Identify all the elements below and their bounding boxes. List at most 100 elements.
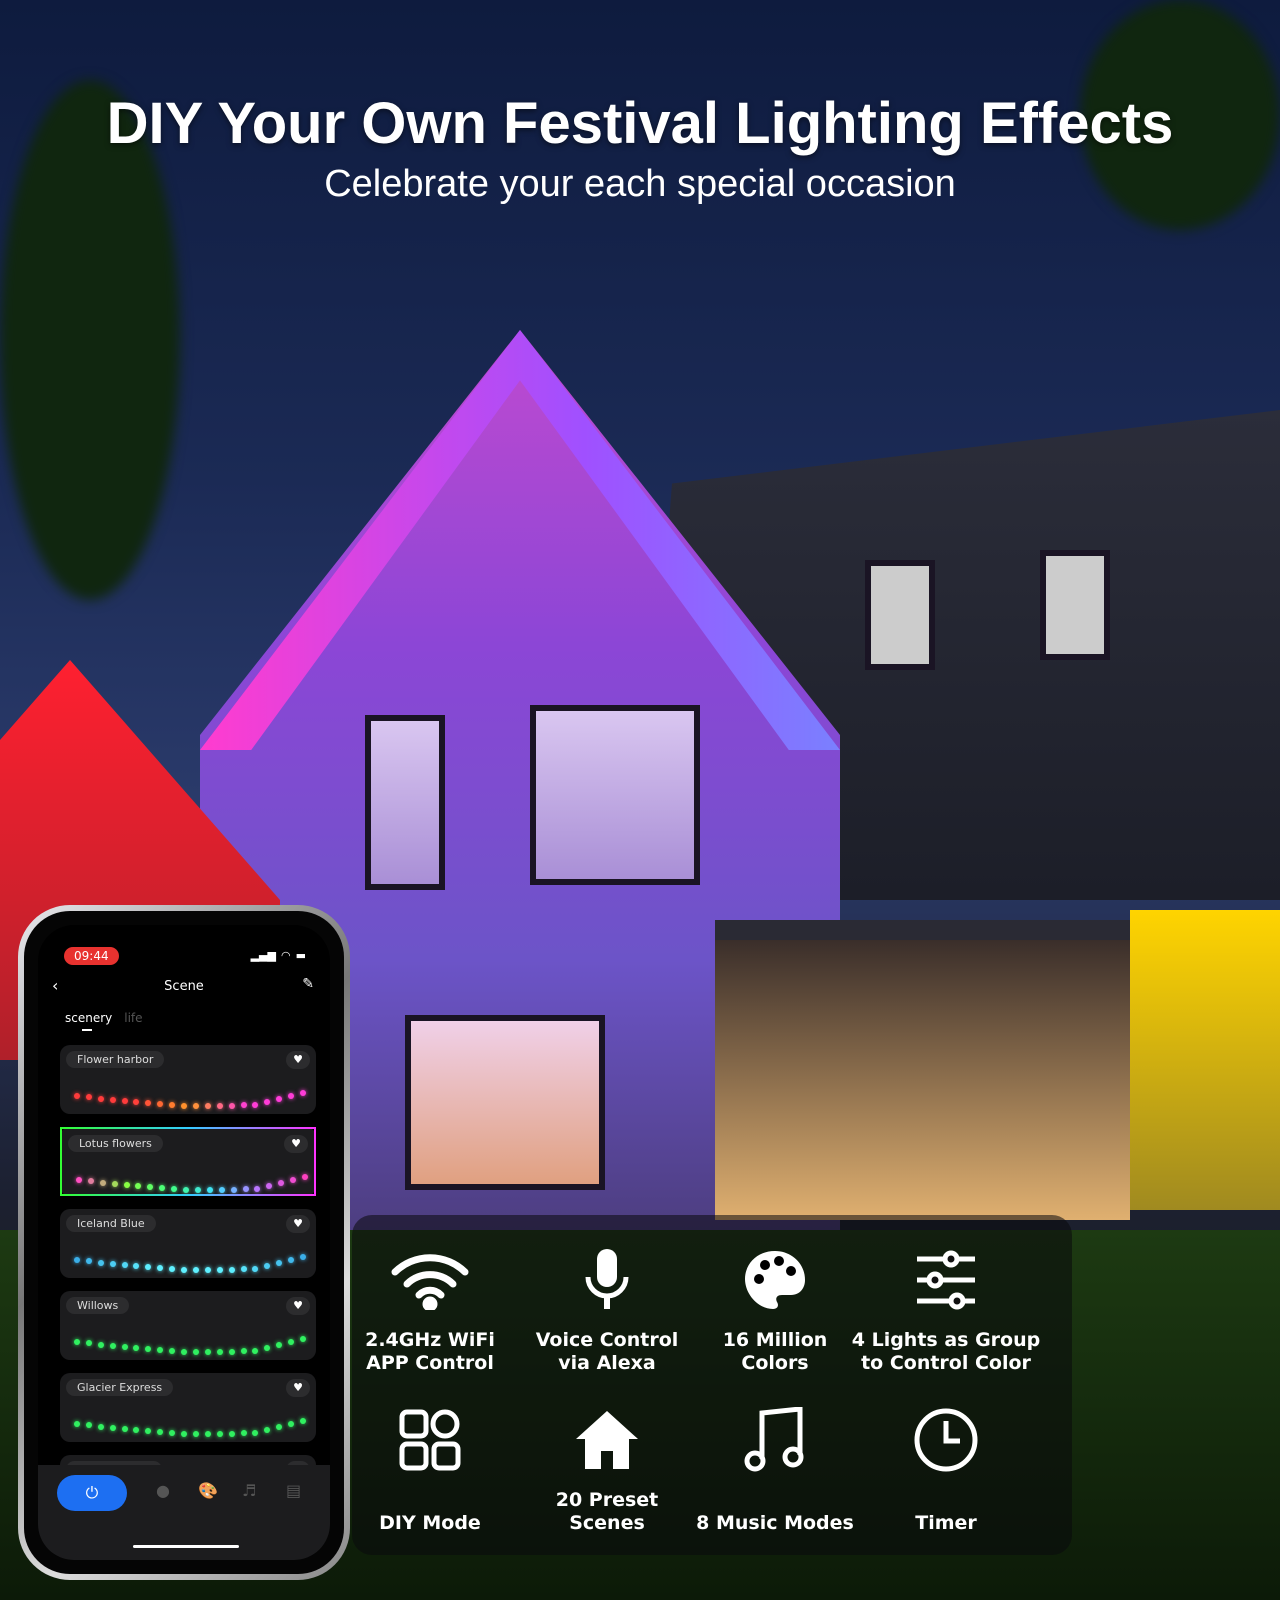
led-dot: [74, 1339, 80, 1345]
led-dot: [266, 1183, 273, 1190]
led-dot: [147, 1184, 154, 1191]
home-indicator: [133, 1545, 239, 1548]
led-dot: [276, 1260, 283, 1267]
led-dot: [288, 1256, 295, 1263]
led-dot: [288, 1420, 295, 1427]
window: [1040, 550, 1110, 660]
led-dot: [302, 1173, 308, 1180]
led-dot: [111, 1181, 118, 1188]
led-dot: [76, 1177, 82, 1183]
led-dot: [252, 1347, 259, 1354]
led-dot: [204, 1266, 211, 1273]
led-dot: [242, 1186, 249, 1193]
led-dot: [240, 1348, 247, 1355]
tab-scenery[interactable]: scenery: [65, 1011, 112, 1025]
scene-card[interactable]: Glacier Express ♥: [60, 1373, 316, 1442]
heart-icon[interactable]: ♥: [286, 1379, 310, 1397]
led-dot: [159, 1185, 166, 1192]
music-note-icon: [675, 1405, 875, 1475]
led-preview: [72, 1163, 308, 1193]
bulb-icon[interactable]: ●: [156, 1481, 170, 1500]
led-dot: [97, 1259, 104, 1266]
scene-card[interactable]: Iceland Blue ♥: [60, 1209, 316, 1278]
power-button[interactable]: ⏻: [57, 1475, 127, 1511]
led-dot: [183, 1186, 190, 1193]
led-dot: [276, 1096, 283, 1103]
screen-title: Scene: [164, 979, 204, 994]
palette-icon[interactable]: 🎨: [198, 1481, 218, 1500]
led-dot: [240, 1102, 247, 1109]
led-dot: [204, 1102, 211, 1109]
tab-life[interactable]: life: [124, 1011, 142, 1025]
led-dot: [121, 1098, 128, 1105]
led-dot: [230, 1186, 237, 1193]
heart-icon[interactable]: ♥: [284, 1135, 308, 1153]
heart-icon[interactable]: ♥: [286, 1051, 310, 1069]
led-dot: [133, 1345, 140, 1352]
scene-name: Iceland Blue: [66, 1215, 156, 1232]
led-dot: [121, 1262, 128, 1269]
feature-label-line2: 8 Music Modes: [696, 1512, 854, 1534]
schedule-icon[interactable]: ▤: [286, 1481, 301, 1500]
led-dot: [135, 1183, 142, 1190]
porch: [715, 920, 1130, 1220]
feature-label-line1: 16 Million: [722, 1329, 828, 1351]
led-dot: [109, 1097, 116, 1104]
led-dot: [288, 1092, 295, 1099]
heart-icon[interactable]: ♥: [286, 1297, 310, 1315]
scene-card[interactable]: Willows ♥: [60, 1291, 316, 1360]
scene-card[interactable]: Lotus flowers ♥: [60, 1127, 316, 1196]
led-dot: [171, 1186, 178, 1193]
led-dot: [264, 1099, 271, 1106]
app-screen: 09:44 ▂▄▆ ◠ ▬ ‹ Scene ✎ scenery life Flowe…: [38, 925, 330, 1560]
feature-item: Timer: [846, 1405, 1046, 1535]
led-dot: [85, 1258, 92, 1265]
led-dot: [97, 1423, 104, 1430]
scene-name: Willows: [66, 1297, 130, 1314]
led-dot: [133, 1427, 140, 1434]
bottom-nav: ⏻ ● 🎨 ♬ ▤: [38, 1465, 330, 1560]
edit-icon[interactable]: ✎: [302, 976, 314, 992]
led-dot: [169, 1348, 176, 1355]
led-dot: [157, 1265, 164, 1272]
led-dot: [157, 1101, 164, 1108]
wifi-icon: ◠: [280, 949, 291, 962]
led-dot: [97, 1095, 104, 1102]
led-dot: [264, 1345, 271, 1352]
led-dot: [194, 1186, 201, 1193]
heart-icon[interactable]: ♥: [286, 1215, 310, 1233]
led-dot: [216, 1266, 223, 1273]
led-dot: [264, 1427, 271, 1434]
led-dot: [157, 1429, 164, 1436]
led-dot: [300, 1253, 306, 1260]
wifi-icon: [330, 1245, 530, 1315]
led-dot: [252, 1265, 259, 1272]
led-dot: [300, 1417, 306, 1424]
window: [365, 715, 445, 890]
led-dot: [109, 1425, 116, 1432]
led-dot: [133, 1099, 140, 1106]
led-dot: [240, 1430, 247, 1437]
grid-icon: [330, 1405, 530, 1475]
feature-item: 16 Million Colors: [675, 1245, 875, 1375]
scene-card[interactable]: Flower harbor ♥: [60, 1045, 316, 1114]
feature-label-line1: 4 Lights as Group: [851, 1329, 1041, 1351]
feature-label-line2: to Control Color: [861, 1352, 1031, 1374]
feature-label-line1: [330, 1489, 530, 1512]
scene-name: Glacier Express: [66, 1379, 174, 1396]
led-dot: [87, 1178, 94, 1185]
led-dot: [228, 1430, 235, 1437]
led-dot: [169, 1266, 176, 1273]
palette-icon: [675, 1245, 875, 1315]
led-dot: [109, 1343, 116, 1350]
scene-name: Lotus flowers: [68, 1135, 163, 1152]
led-dot: [133, 1263, 140, 1270]
window: [530, 705, 700, 885]
led-dot: [169, 1102, 176, 1109]
music-icon[interactable]: ♬: [242, 1481, 256, 1500]
led-dot: [145, 1428, 152, 1435]
led-dot: [288, 1338, 295, 1345]
led-preview: [70, 1407, 306, 1437]
led-dot: [276, 1424, 283, 1431]
led-dot: [99, 1179, 106, 1186]
